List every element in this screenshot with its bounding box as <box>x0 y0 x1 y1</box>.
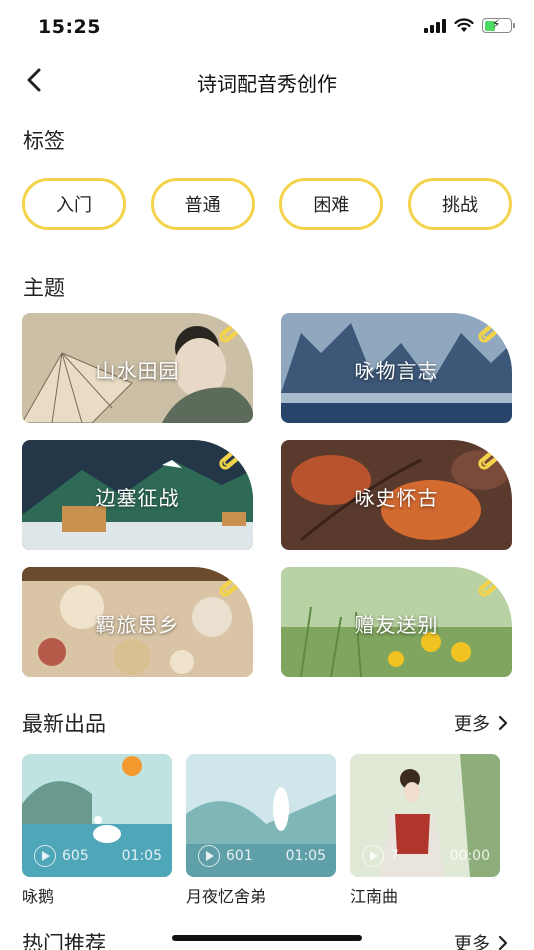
product-name: 江南曲 <box>350 887 399 906</box>
chevron-right-icon <box>498 715 508 731</box>
hot-section-title: 热门推荐 <box>22 932 106 950</box>
play-icon <box>362 845 384 867</box>
wifi-icon <box>454 18 474 32</box>
product-name: 月夜忆舍弟 <box>186 887 267 906</box>
paperclip-icon <box>219 446 245 470</box>
status-icons: ⚡ <box>424 17 515 33</box>
latest-more-link[interactable]: 更多 <box>454 710 508 736</box>
page-title: 诗词配音秀创作 <box>197 72 337 96</box>
product-plays: 601 <box>226 848 253 864</box>
theme-card-homesick[interactable]: 羁旅思乡 <box>22 567 253 677</box>
paperclip-icon <box>219 319 245 343</box>
theme-card-landscape[interactable]: 山水田园 <box>22 313 253 423</box>
tag-hard[interactable]: 困难 <box>279 178 384 230</box>
hot-more-link[interactable]: 更多 <box>454 930 508 950</box>
themes-section-title: 主题 <box>23 276 65 300</box>
product-plays: 605 <box>62 848 89 864</box>
nav-bar: 诗词配音秀创作 <box>0 58 534 104</box>
latest-section-title: 最新出品 <box>22 712 106 736</box>
paperclip-icon <box>478 446 504 470</box>
tag-normal[interactable]: 普通 <box>150 178 255 230</box>
tag-list: 入门 普通 困难 挑战 <box>22 178 512 230</box>
product-thumbnail: 601 01:05 <box>186 754 336 877</box>
product-duration: 01:05 <box>285 848 326 864</box>
tag-beginner[interactable]: 入门 <box>22 178 126 230</box>
tag-challenge[interactable]: 挑战 <box>407 178 512 230</box>
status-bar: 15:25 ⚡ <box>0 0 534 54</box>
theme-label: 羁旅思乡 <box>95 613 180 637</box>
product-card[interactable]: 601 01:05 月夜忆舍弟 <box>186 754 336 907</box>
play-icon <box>34 845 56 867</box>
theme-label: 边塞征战 <box>95 486 180 510</box>
more-label: 更多 <box>454 934 490 950</box>
theme-label: 咏物言志 <box>354 359 439 383</box>
product-thumbnail: 7 00:00 <box>350 754 500 877</box>
product-plays: 7 <box>390 848 399 864</box>
paperclip-icon <box>478 573 504 597</box>
paperclip-icon <box>478 319 504 343</box>
signal-icon <box>424 18 446 33</box>
tags-section-title: 标签 <box>23 129 65 153</box>
latest-product-list: 605 01:05 咏鹅 601 01:05 月夜忆舍弟 7 00:00 江南曲 <box>22 754 534 907</box>
product-duration: 01:05 <box>121 848 162 864</box>
latest-section-header: 最新出品 更多 <box>22 708 512 738</box>
home-indicator[interactable] <box>172 935 362 941</box>
product-duration: 00:00 <box>449 848 490 864</box>
battery-icon: ⚡ <box>482 17 515 33</box>
play-icon <box>198 845 220 867</box>
theme-card-objects[interactable]: 咏物言志 <box>281 313 512 423</box>
theme-card-farewell[interactable]: 赠友送别 <box>281 567 512 677</box>
theme-label: 山水田园 <box>95 359 180 383</box>
product-card[interactable]: 7 00:00 江南曲 <box>350 754 500 907</box>
product-name: 咏鹅 <box>22 887 55 906</box>
theme-label: 咏史怀古 <box>354 486 439 510</box>
theme-label: 赠友送别 <box>354 613 439 637</box>
theme-card-frontier[interactable]: 边塞征战 <box>22 440 253 550</box>
status-time: 15:25 <box>38 16 101 38</box>
more-label: 更多 <box>454 714 490 735</box>
paperclip-icon <box>219 573 245 597</box>
chevron-right-icon <box>498 935 508 950</box>
product-card[interactable]: 605 01:05 咏鹅 <box>22 754 172 907</box>
product-thumbnail: 605 01:05 <box>22 754 172 877</box>
theme-card-history[interactable]: 咏史怀古 <box>281 440 512 550</box>
